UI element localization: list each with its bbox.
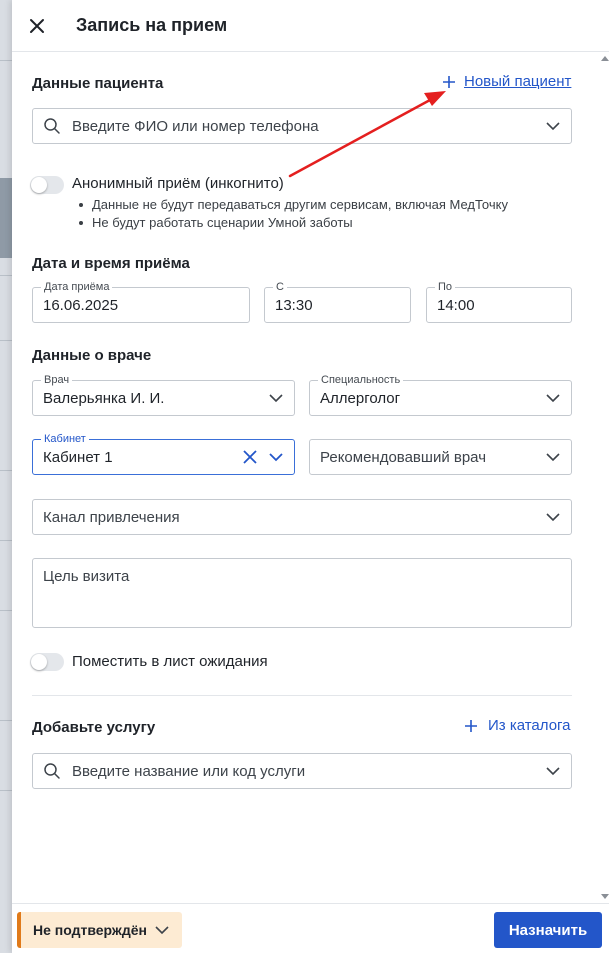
services-section-title: Добавьте услугу: [32, 719, 156, 736]
specialty-select[interactable]: Специальность Аллерголог: [309, 374, 572, 416]
new-patient-label: Новый пациент: [464, 73, 572, 90]
scrollbar[interactable]: [599, 52, 609, 903]
search-icon: [44, 763, 60, 779]
clear-icon[interactable]: [242, 449, 258, 465]
scroll-up-icon[interactable]: [601, 56, 609, 61]
date-field-label: Дата приёма: [41, 281, 113, 294]
background-line: [0, 790, 12, 791]
new-patient-link[interactable]: Новый пациент: [442, 73, 571, 90]
divider: [32, 695, 572, 696]
chevron-down-icon: [155, 926, 169, 935]
patient-section-title: Данные пациента: [32, 75, 164, 92]
date-field[interactable]: Дата приёма 16.06.2025: [32, 281, 250, 323]
search-icon: [44, 118, 60, 134]
time-to-label: По: [435, 281, 456, 294]
background-line: [0, 540, 12, 541]
background-line: [0, 340, 12, 341]
doctor-select-value: Валерьянка И. И.: [43, 390, 165, 407]
toggle-knob: [31, 654, 47, 670]
scroll-down-icon[interactable]: [601, 894, 609, 899]
service-search-input[interactable]: Введите название или код услуги: [32, 753, 572, 789]
submit-button[interactable]: Назначить: [494, 912, 602, 948]
referring-doctor-placeholder: Рекомендовавший врач: [320, 449, 487, 466]
doctor-select[interactable]: Врач Валерьянка И. И.: [32, 374, 295, 416]
specialty-select-value: Аллерголог: [320, 390, 401, 407]
channel-placeholder: Канал привлечения: [43, 509, 180, 526]
catalog-link[interactable]: Из каталога: [464, 717, 571, 734]
time-from-label: С: [273, 281, 287, 294]
toggle-knob: [31, 177, 47, 193]
anonymous-note: Данные не будут передаваться другим серв…: [79, 197, 508, 212]
background-line: [0, 610, 12, 611]
datetime-section-title: Дата и время приёма: [32, 255, 190, 272]
chevron-down-icon: [269, 453, 283, 462]
cabinet-select-label: Кабинет: [41, 433, 89, 446]
anonymous-notes: Данные не будут передаваться другим серв…: [79, 196, 508, 232]
chevron-down-icon: [546, 513, 560, 522]
chevron-down-icon: [546, 394, 560, 403]
date-field-value: 16.06.2025: [43, 297, 119, 314]
referring-doctor-select[interactable]: Рекомендовавший врач: [309, 439, 572, 475]
patient-search-input[interactable]: Введите ФИО или номер телефона: [32, 108, 572, 144]
background-line: [0, 470, 12, 471]
doctor-section-title: Данные о враче: [32, 347, 152, 364]
cabinet-select-value: Кабинет 1: [43, 449, 113, 466]
anonymous-toggle-label: Анонимный приём (инкогнито): [72, 175, 284, 192]
drawer-footer: Не подтверждён Назначить: [12, 903, 609, 953]
catalog-link-label: Из каталога: [488, 717, 571, 734]
background-line: [0, 720, 12, 721]
specialty-select-label: Специальность: [318, 374, 404, 387]
patient-search-placeholder: Введите ФИО или номер телефона: [72, 118, 319, 135]
plus-icon: [465, 719, 477, 732]
visit-goal-textarea[interactable]: Цель визита: [32, 558, 572, 628]
background-app: [0, 0, 12, 953]
service-search-placeholder: Введите название или код услуги: [72, 763, 306, 780]
status-dropdown[interactable]: Не подтверждён: [17, 912, 182, 948]
chevron-down-icon: [546, 767, 560, 776]
anonymous-note: Не будут работать сценарии Умной заботы: [79, 214, 508, 232]
waitlist-toggle[interactable]: [30, 653, 64, 671]
close-icon: [30, 19, 44, 33]
time-from-field[interactable]: С 13:30: [264, 281, 411, 323]
chevron-down-icon: [546, 453, 560, 462]
background-block: [0, 178, 12, 258]
drawer-header: Запись на прием: [12, 0, 609, 52]
time-from-value: 13:30: [275, 297, 313, 314]
background-line: [0, 275, 12, 276]
visit-goal-placeholder: Цель визита: [43, 568, 130, 585]
appointment-drawer: Запись на прием Данные пациента Новый па…: [12, 0, 609, 953]
anonymous-toggle[interactable]: [30, 176, 64, 194]
chevron-down-icon: [269, 394, 283, 403]
waitlist-toggle-label: Поместить в лист ожидания: [72, 653, 268, 670]
doctor-select-label: Врач: [41, 374, 73, 387]
background-line: [0, 60, 12, 61]
time-to-field[interactable]: По 14:00: [426, 281, 572, 323]
close-button[interactable]: [26, 15, 48, 37]
page-title: Запись на прием: [76, 15, 228, 35]
chevron-down-icon: [546, 122, 560, 131]
time-to-value: 14:00: [437, 297, 475, 314]
cabinet-select[interactable]: Кабинет Кабинет 1: [32, 433, 295, 475]
channel-select[interactable]: Канал привлечения: [32, 499, 572, 535]
status-label: Не подтверждён: [33, 922, 147, 938]
plus-icon: [443, 75, 455, 88]
